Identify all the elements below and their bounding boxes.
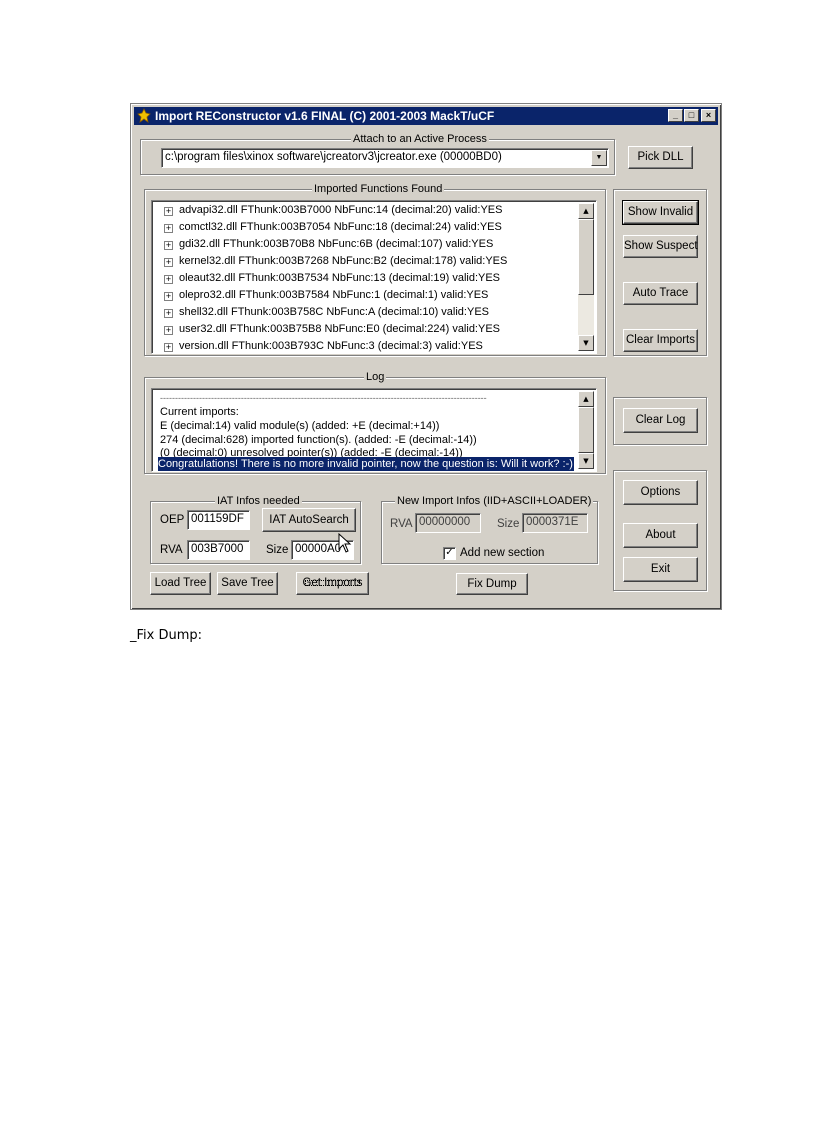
about-button[interactable]: About	[623, 523, 698, 548]
tree-item[interactable]: + kernel32.dll FThunk:003B7268 NbFunc:B2 …	[164, 253, 507, 270]
tree-item-label: kernel32.dll FThunk:003B7268 NbFunc:B2 (…	[179, 255, 508, 267]
add-section-label: Add new section	[460, 547, 545, 559]
process-select[interactable]: c:\program files\xinox software\jcreator…	[161, 148, 609, 168]
tree-item-label: shell32.dll FThunk:003B758C NbFunc:A (de…	[179, 306, 489, 318]
scroll-down-icon[interactable]: ▼	[578, 335, 594, 351]
iat-rva-field[interactable]: 003B7000	[187, 540, 250, 560]
expand-icon[interactable]: +	[164, 309, 173, 318]
imports-scrollbar[interactable]: ▲ ▼	[578, 203, 594, 351]
log-scrollbar[interactable]: ▲ ▼	[578, 391, 594, 469]
options-button[interactable]: Options	[623, 480, 698, 505]
imprec-window: Import REConstructor v1.6 FINAL (C) 2001…	[130, 103, 722, 610]
tree-item[interactable]: + olepro32.dll FThunk:003B7584 NbFunc:1 (…	[164, 287, 488, 304]
scroll-down-icon[interactable]: ▼	[578, 453, 594, 469]
expand-icon[interactable]: +	[164, 292, 173, 301]
get-imports-label: Get Imports	[302, 577, 363, 589]
iat-legend: IAT Infos needed	[215, 494, 302, 508]
expand-icon[interactable]: +	[164, 207, 173, 216]
tree-item-label: gdi32.dll FThunk:003B70B8 NbFunc:6B (dec…	[179, 238, 494, 250]
tree-item[interactable]: + advapi32.dll FThunk:003B7000 NbFunc:14 …	[164, 202, 502, 219]
tree-item[interactable]: + user32.dll FThunk:003B75B8 NbFunc:E0 (d…	[164, 321, 500, 338]
tree-item-label: olepro32.dll FThunk:003B7584 NbFunc:1 (d…	[179, 289, 489, 301]
log-separator: ----------------------------------------…	[160, 393, 487, 403]
tree-item[interactable]: + version.dll FThunk:003B793C NbFunc:3 (d…	[164, 338, 483, 353]
attach-legend: Attach to an Active Process	[351, 132, 489, 146]
attach-group: Attach to an Active Process c:\program f…	[140, 132, 615, 175]
expand-icon[interactable]: +	[164, 224, 173, 233]
chevron-down-icon[interactable]: ▼	[591, 150, 607, 166]
new-rva-label: RVA	[390, 518, 413, 530]
oep-label: OEP	[160, 514, 185, 526]
title-bar[interactable]: Import REConstructor v1.6 FINAL (C) 2001…	[134, 107, 718, 125]
log-line-selected[interactable]: Congratulations! There is no more invali…	[158, 457, 574, 471]
expand-icon[interactable]: +	[164, 241, 173, 250]
scroll-thumb[interactable]	[578, 407, 594, 453]
tree-item-label: user32.dll FThunk:003B75B8 NbFunc:E0 (de…	[179, 323, 501, 335]
expand-icon[interactable]: +	[164, 275, 173, 284]
fix-dump-button[interactable]: Fix Dump	[456, 573, 528, 595]
caption-text: _Fix Dump:	[130, 628, 203, 643]
show-suspect-button[interactable]: Show Suspect	[623, 235, 698, 258]
clear-log-button[interactable]: Clear Log	[623, 408, 698, 433]
get-imports-button[interactable]: Get Imports	[296, 572, 369, 595]
tree-item[interactable]: + oleaut32.dll FThunk:003B7534 NbFunc:13 …	[164, 270, 500, 287]
log-list[interactable]: ----------------------------------------…	[151, 388, 597, 472]
exit-button[interactable]: Exit	[623, 557, 698, 582]
scroll-up-icon[interactable]: ▲	[578, 391, 594, 407]
scroll-up-icon[interactable]: ▲	[578, 203, 594, 219]
window-title: Import REConstructor v1.6 FINAL (C) 2001…	[155, 109, 495, 123]
imports-group: Imported Functions Found + advapi32.dll F…	[144, 182, 606, 356]
log-group: Log ------------------------------------…	[144, 370, 606, 474]
new-size-label: Size	[497, 518, 520, 530]
tree-item-label: version.dll FThunk:003B793C NbFunc:3 (de…	[179, 340, 483, 352]
load-tree-button[interactable]: Load Tree	[150, 572, 211, 595]
add-section-checkbox[interactable]: ✓	[443, 547, 456, 560]
rva-label: RVA	[160, 544, 183, 556]
new-import-legend: New Import Infos (IID+ASCII+LOADER)	[395, 494, 594, 508]
imports-tree[interactable]: + advapi32.dll FThunk:003B7000 NbFunc:14 …	[151, 200, 597, 354]
tree-item-label: oleaut32.dll FThunk:003B7534 NbFunc:13 (…	[179, 272, 501, 284]
iat-autosearch-button[interactable]: IAT AutoSearch	[262, 508, 356, 532]
close-button[interactable]: ×	[701, 109, 716, 122]
expand-icon[interactable]: +	[164, 343, 173, 352]
minimize-button[interactable]: _	[668, 109, 683, 122]
clear-imports-button[interactable]: Clear Imports	[623, 329, 698, 352]
tree-item[interactable]: + shell32.dll FThunk:003B758C NbFunc:A (d…	[164, 304, 489, 321]
tree-item[interactable]: + comctl32.dll FThunk:003B7054 NbFunc:18 …	[164, 219, 502, 236]
new-size-field: 0000371E	[522, 513, 588, 533]
auto-trace-button[interactable]: Auto Trace	[623, 282, 698, 305]
mouse-cursor-icon	[338, 533, 352, 553]
expand-icon[interactable]: +	[164, 258, 173, 267]
process-select-value: c:\program files\xinox software\jcreator…	[165, 151, 502, 163]
expand-icon[interactable]: +	[164, 326, 173, 335]
scroll-thumb[interactable]	[578, 219, 594, 295]
pick-dll-button[interactable]: Pick DLL	[628, 146, 693, 169]
show-invalid-button[interactable]: Show Invalid	[622, 200, 699, 225]
tree-item[interactable]: + gdi32.dll FThunk:003B70B8 NbFunc:6B (de…	[164, 236, 493, 253]
maximize-button[interactable]: □	[684, 109, 699, 122]
oep-field[interactable]: 001159DF	[187, 510, 250, 530]
log-legend: Log	[364, 370, 387, 384]
imports-legend: Imported Functions Found	[312, 182, 445, 196]
log-line: Current imports:	[160, 406, 239, 418]
app-icon	[137, 108, 151, 123]
save-tree-button[interactable]: Save Tree	[217, 572, 278, 595]
log-line: E (decimal:14) valid module(s) (added: +…	[160, 420, 440, 432]
tree-item-label: comctl32.dll FThunk:003B7054 NbFunc:18 (…	[179, 221, 502, 233]
log-line: 274 (decimal:628) imported function(s). …	[160, 434, 477, 446]
size-label: Size	[266, 544, 289, 556]
tree-item-label: advapi32.dll FThunk:003B7000 NbFunc:14 (…	[179, 204, 503, 216]
new-rva-field: 00000000	[415, 513, 481, 533]
